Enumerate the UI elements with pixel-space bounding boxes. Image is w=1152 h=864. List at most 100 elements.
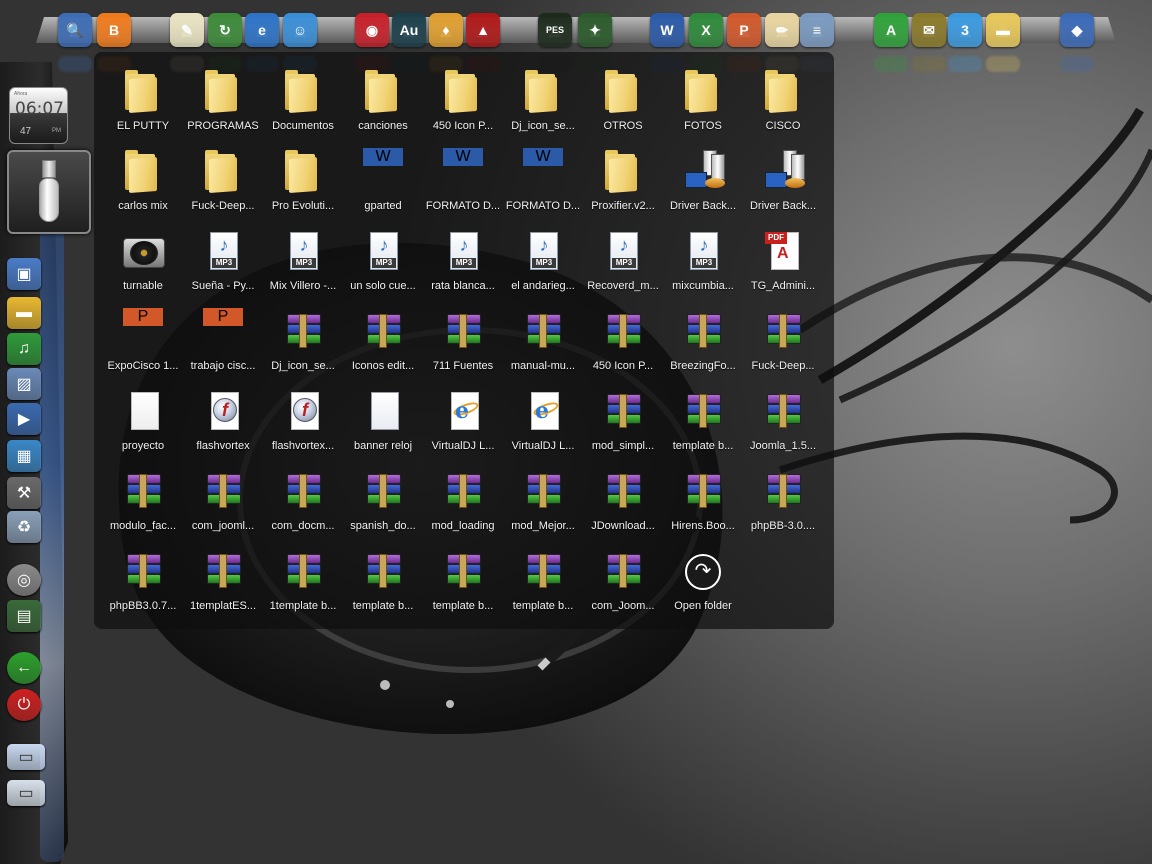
mail-icon[interactable]: ✉ bbox=[912, 13, 946, 47]
stack-item[interactable]: Fuck-Deep... bbox=[183, 138, 263, 218]
network-icon[interactable]: ◆ bbox=[1060, 13, 1094, 47]
search-icon[interactable]: 🔍 bbox=[58, 13, 92, 47]
recycle-bin-icon[interactable]: ♻ bbox=[7, 511, 41, 543]
stack-item[interactable]: Wgparted bbox=[343, 138, 423, 218]
stack-item[interactable]: 1templatES... bbox=[183, 538, 263, 618]
stack-item[interactable]: Ptrabajo cisc... bbox=[183, 298, 263, 378]
windows-live-icon[interactable]: 3 bbox=[948, 13, 982, 47]
stack-item[interactable]: phpBB-3.0.... bbox=[743, 458, 823, 538]
stack-item[interactable]: turnable bbox=[103, 218, 183, 298]
stack-item[interactable]: Driver Back... bbox=[663, 138, 743, 218]
stack-item[interactable]: Iconos edit... bbox=[343, 298, 423, 378]
stack-item[interactable]: ♪ MP3 el andarieg... bbox=[503, 218, 583, 298]
stack-item[interactable]: Pro Evoluti... bbox=[263, 138, 343, 218]
stack-item[interactable]: ♪ MP3 un solo cue... bbox=[343, 218, 423, 298]
power-icon[interactable]: ⏻ bbox=[7, 689, 41, 721]
computer-icon[interactable]: ▣ bbox=[7, 258, 41, 290]
clock-widget[interactable]: Ahora 06:07 47 PM bbox=[9, 87, 68, 144]
calculator-icon[interactable]: ≡ bbox=[800, 13, 834, 47]
tools-icon[interactable]: ⚒ bbox=[7, 477, 41, 509]
control-panel-icon[interactable]: ▦ bbox=[7, 440, 41, 472]
stack-item[interactable]: modulo_fac... bbox=[103, 458, 183, 538]
stack-item[interactable]: ♪ MP3 mixcumbia... bbox=[663, 218, 743, 298]
stack-item[interactable]: Fuck-Deep... bbox=[743, 298, 823, 378]
stack-item[interactable]: EL PUTTY bbox=[103, 58, 183, 138]
pes-icon[interactable]: PES bbox=[538, 13, 572, 47]
stack-item[interactable]: manual-mu... bbox=[503, 298, 583, 378]
documents-folder-icon[interactable]: ▬ bbox=[7, 297, 41, 329]
usb-drive-tile[interactable] bbox=[7, 150, 91, 234]
stack-item[interactable]: 450 Icon P... bbox=[423, 58, 503, 138]
stack-item[interactable]: W FORMATO D... bbox=[503, 138, 583, 218]
stack-item[interactable]: proyecto bbox=[103, 378, 183, 458]
window-thumbnail-icon-2[interactable]: ▭ bbox=[7, 780, 45, 806]
music-icon[interactable]: ♫ bbox=[7, 333, 41, 365]
stack-item[interactable]: W FORMATO D... bbox=[423, 138, 503, 218]
stack-item[interactable]: carlos mix bbox=[103, 138, 183, 218]
stack-item[interactable]: com_Joom... bbox=[583, 538, 663, 618]
game-icon[interactable]: ▲ bbox=[466, 13, 500, 47]
acrobat-icon[interactable]: A bbox=[874, 13, 908, 47]
notepad-icon[interactable]: ✎ bbox=[170, 13, 204, 47]
stack-item[interactable]: e VirtualDJ L... bbox=[503, 378, 583, 458]
stack-item[interactable]: template b... bbox=[663, 378, 743, 458]
pictures-icon[interactable]: ▨ bbox=[7, 368, 41, 400]
stack-item[interactable]: FOTOS bbox=[663, 58, 743, 138]
blogger-icon[interactable]: B bbox=[97, 13, 131, 47]
stack-item[interactable]: f flashvortex... bbox=[263, 378, 343, 458]
stack-item[interactable]: 1template b... bbox=[263, 538, 343, 618]
stack-item[interactable]: Driver Back... bbox=[743, 138, 823, 218]
powerpoint-icon[interactable]: P bbox=[727, 13, 761, 47]
stack-item[interactable]: template b... bbox=[343, 538, 423, 618]
stack-item[interactable]: ♪ MP3 Mix Villero -... bbox=[263, 218, 343, 298]
stack-item[interactable]: Dj_icon_se... bbox=[263, 298, 343, 378]
open-folder-button[interactable]: ↷ Open folder bbox=[663, 538, 743, 618]
device-manager-icon[interactable]: ▤ bbox=[7, 600, 41, 632]
excel-icon[interactable]: X bbox=[689, 13, 723, 47]
stack-item[interactable]: template b... bbox=[503, 538, 583, 618]
stack-item[interactable]: template b... bbox=[423, 538, 503, 618]
stack-item[interactable]: OTROS bbox=[583, 58, 663, 138]
window-thumbnail-icon[interactable]: ▭ bbox=[7, 744, 45, 770]
speaker-icon[interactable]: ◎ bbox=[7, 564, 41, 596]
stack-item[interactable]: mod_Mejor... bbox=[503, 458, 583, 538]
messenger-icon[interactable]: ☺ bbox=[283, 13, 317, 47]
stack-item[interactable]: spanish_do... bbox=[343, 458, 423, 538]
stack-item[interactable]: f flashvortex bbox=[183, 378, 263, 458]
stack-item[interactable]: Documentos bbox=[263, 58, 343, 138]
stack-item[interactable]: 711 Fuentes bbox=[423, 298, 503, 378]
camera-icon[interactable]: ◉ bbox=[355, 13, 389, 47]
word-icon[interactable]: W bbox=[650, 13, 684, 47]
stack-item[interactable]: com_jooml... bbox=[183, 458, 263, 538]
stack-item[interactable]: ♪ MP3 Sueña - Py... bbox=[183, 218, 263, 298]
stack-item[interactable]: com_docm... bbox=[263, 458, 343, 538]
stack-item[interactable]: Dj_icon_se... bbox=[503, 58, 583, 138]
stack-item[interactable]: PDF A TG_Admini... bbox=[743, 218, 823, 298]
audition-icon[interactable]: Au bbox=[392, 13, 426, 47]
stack-item[interactable]: Hirens.Boo... bbox=[663, 458, 743, 538]
stack-item[interactable]: Joomla_1.5... bbox=[743, 378, 823, 458]
stack-item[interactable]: ♪ MP3 rata blanca... bbox=[423, 218, 503, 298]
stack-item[interactable]: Proxifier.v2... bbox=[583, 138, 663, 218]
paint-icon[interactable]: ✏ bbox=[765, 13, 799, 47]
stack-item[interactable]: JDownload... bbox=[583, 458, 663, 538]
stack-item[interactable]: canciones bbox=[343, 58, 423, 138]
stack-item[interactable]: phpBB3.0.7... bbox=[103, 538, 183, 618]
stack-item[interactable]: ♪ MP3 Recoverd_m... bbox=[583, 218, 663, 298]
stack-item[interactable]: PROGRAMAS bbox=[183, 58, 263, 138]
stack-item[interactable]: mod_simpl... bbox=[583, 378, 663, 458]
stack-item[interactable]: CISCO bbox=[743, 58, 823, 138]
sync-icon[interactable]: ↻ bbox=[208, 13, 242, 47]
back-icon[interactable]: ← bbox=[7, 652, 41, 684]
video-icon[interactable]: ▶ bbox=[7, 403, 41, 435]
internet-explorer-icon[interactable]: e bbox=[245, 13, 279, 47]
stack-item[interactable]: 450 Icon P... bbox=[583, 298, 663, 378]
nero-icon[interactable]: ✦ bbox=[578, 13, 612, 47]
fl-studio-icon[interactable]: ♦ bbox=[429, 13, 463, 47]
stack-item[interactable]: mod_loading bbox=[423, 458, 503, 538]
stack-item[interactable]: e VirtualDJ L... bbox=[423, 378, 503, 458]
stack-item[interactable]: P ExpoCisco 1... bbox=[103, 298, 183, 378]
stack-item[interactable]: BreezingFo... bbox=[663, 298, 743, 378]
folder-icon[interactable]: ▬ bbox=[986, 13, 1020, 47]
stack-item[interactable]: banner reloj bbox=[343, 378, 423, 458]
